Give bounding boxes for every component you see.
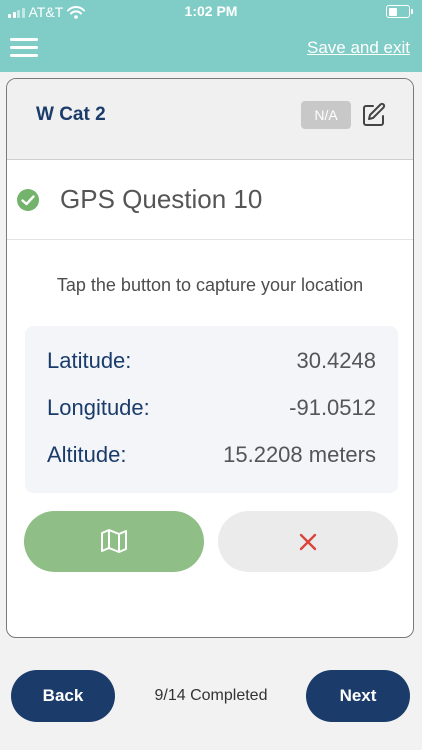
card-header: W Cat 2 N/A (7, 79, 413, 160)
menu-bar (10, 38, 38, 41)
battery-icon (386, 5, 413, 18)
status-time: 1:02 PM (184, 3, 238, 19)
latitude-value: 30.4248 (296, 348, 376, 373)
category-title: W Cat 2 (36, 104, 106, 125)
menu-bar (10, 46, 38, 49)
latitude-row: Latitude: 30.4248 (47, 346, 376, 376)
question-row: GPS Question 10 (7, 160, 413, 240)
longitude-row: Longitude: -91.0512 (47, 393, 376, 423)
edit-icon[interactable] (361, 102, 387, 128)
latitude-label: Latitude: (47, 348, 132, 373)
app-header: AT&T 1:02 PM Save and exit (0, 0, 422, 72)
longitude-value: -91.0512 (289, 395, 376, 420)
map-icon (101, 529, 127, 553)
hamburger-menu-button[interactable] (10, 38, 40, 58)
instruction-text: Tap the button to capture your location (56, 275, 364, 295)
question-card: W Cat 2 N/A GPS Question 10 Tap the butt… (6, 78, 414, 638)
next-button[interactable]: Next (306, 670, 410, 722)
altitude-label: Altitude: (47, 442, 127, 467)
altitude-value: 15.2208 meters (223, 442, 376, 467)
save-and-exit-link[interactable]: Save and exit (307, 38, 410, 58)
clear-location-button[interactable] (218, 511, 398, 572)
na-button[interactable]: N/A (301, 101, 351, 129)
capture-location-button[interactable] (24, 511, 204, 572)
question-title: GPS Question 10 (60, 184, 263, 214)
location-panel: Latitude: 30.4248 Longitude: -91.0512 Al… (25, 326, 398, 493)
altitude-row: Altitude: 15.2208 meters (47, 440, 376, 470)
close-icon (299, 533, 317, 551)
longitude-label: Longitude: (47, 395, 150, 420)
check-circle-icon (17, 189, 39, 211)
menu-bar (10, 54, 38, 57)
